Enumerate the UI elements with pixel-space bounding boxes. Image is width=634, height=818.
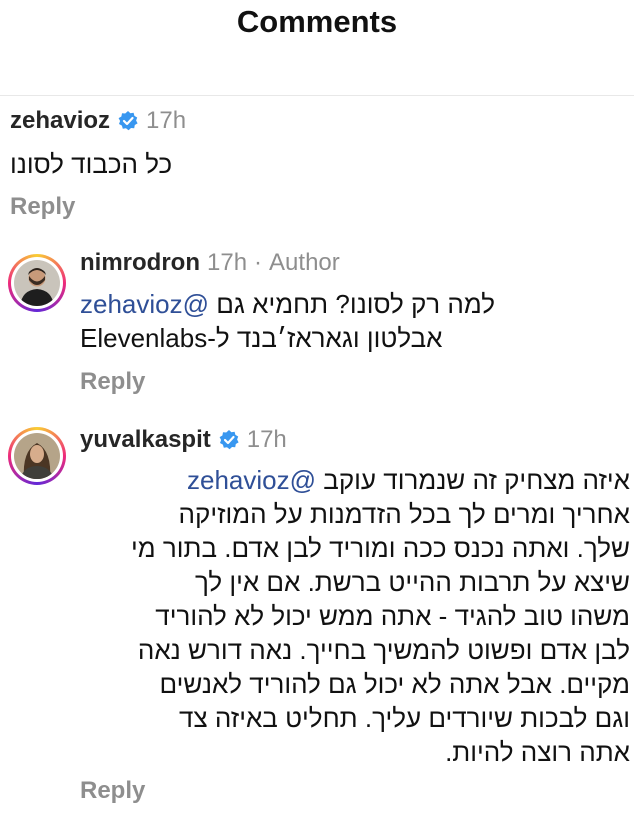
comment-text: איזה מצחיק זה שנמרוד עוקב @zehavioz אחרי…: [80, 463, 630, 769]
comment-line: לבן אדם ופשוט להמשיך בחייך. נאה דורש נאה: [137, 635, 630, 665]
avatar[interactable]: [8, 254, 66, 312]
avatar-photo: [14, 260, 60, 306]
verified-badge-icon: [218, 429, 240, 451]
avatar-inner: [11, 257, 63, 309]
comment-line: מקיים. אבל אתה לא יכול גם להוריד לאנשים: [159, 669, 630, 699]
avatar[interactable]: [8, 427, 66, 485]
meta-separator: ·: [254, 249, 263, 276]
verified-badge-icon: [117, 110, 139, 132]
avatar-inner: [11, 430, 63, 482]
comments-header: Comments: [0, 0, 634, 96]
comment-time: 17h: [207, 249, 248, 276]
comment-username[interactable]: nimrodron: [80, 248, 200, 278]
comment-time: 17h: [246, 426, 287, 453]
comment-line: שלך. ואתה נכנס ככה ומוריד לבן אדם. בתור …: [131, 533, 630, 563]
comment-line: איזה מצחיק זה שנמרוד עוקב @zehavioz: [80, 463, 630, 497]
comment-line: משהו טוב להגיד - אתה ממש יכול לא להוריד: [155, 601, 630, 631]
comment-line-text: למה רק לסונו? תחמיא גם: [216, 289, 496, 319]
comment-username[interactable]: zehavioz: [10, 106, 110, 136]
author-badge: Author: [269, 249, 340, 276]
reply-button[interactable]: Reply: [80, 368, 145, 396]
comment-line: וגם לבכות שיורדים עליך. תחליט באיזה צד: [179, 703, 630, 733]
comment-line: אחריך ומרים לך בכל הזדמנות על המוזיקה: [178, 499, 630, 529]
comment-line-text: איזה מצחיק זה שנמרוד עוקב: [323, 465, 630, 495]
mention-link[interactable]: @zehavioz: [80, 289, 209, 319]
comment-meta: nimrodron 17h · Author: [80, 248, 340, 278]
comment-time: 17h: [146, 107, 187, 134]
comment-line: אבלטון וגאראז׳בנד ל-Elevenlabs: [80, 323, 443, 353]
reply-button[interactable]: Reply: [10, 193, 75, 221]
mention-link[interactable]: @zehavioz: [187, 465, 316, 495]
avatar-photo: [14, 433, 60, 479]
comment-text: למה רק לסונו? תחמיא גם @zehavioz אבלטון …: [80, 287, 560, 355]
comment-meta: yuvalkaspit 17h: [80, 425, 287, 455]
comment-meta: zehavioz 17h: [10, 106, 186, 136]
reply-button[interactable]: Reply: [80, 777, 145, 805]
comment-line: למה רק לסונו? תחמיא גם @zehavioz: [80, 287, 560, 321]
page-title: Comments: [236, 4, 398, 39]
comment-text: כל הכבוד לסונו: [10, 147, 210, 181]
comment-line: אתה רוצה להיות.: [445, 737, 630, 767]
comment-line: שיצא על תרבות ההייט ברשת. אם אין לך: [194, 567, 630, 597]
comment-text-content: כל הכבוד לסונו: [10, 149, 173, 179]
comment-username[interactable]: yuvalkaspit: [80, 425, 211, 455]
